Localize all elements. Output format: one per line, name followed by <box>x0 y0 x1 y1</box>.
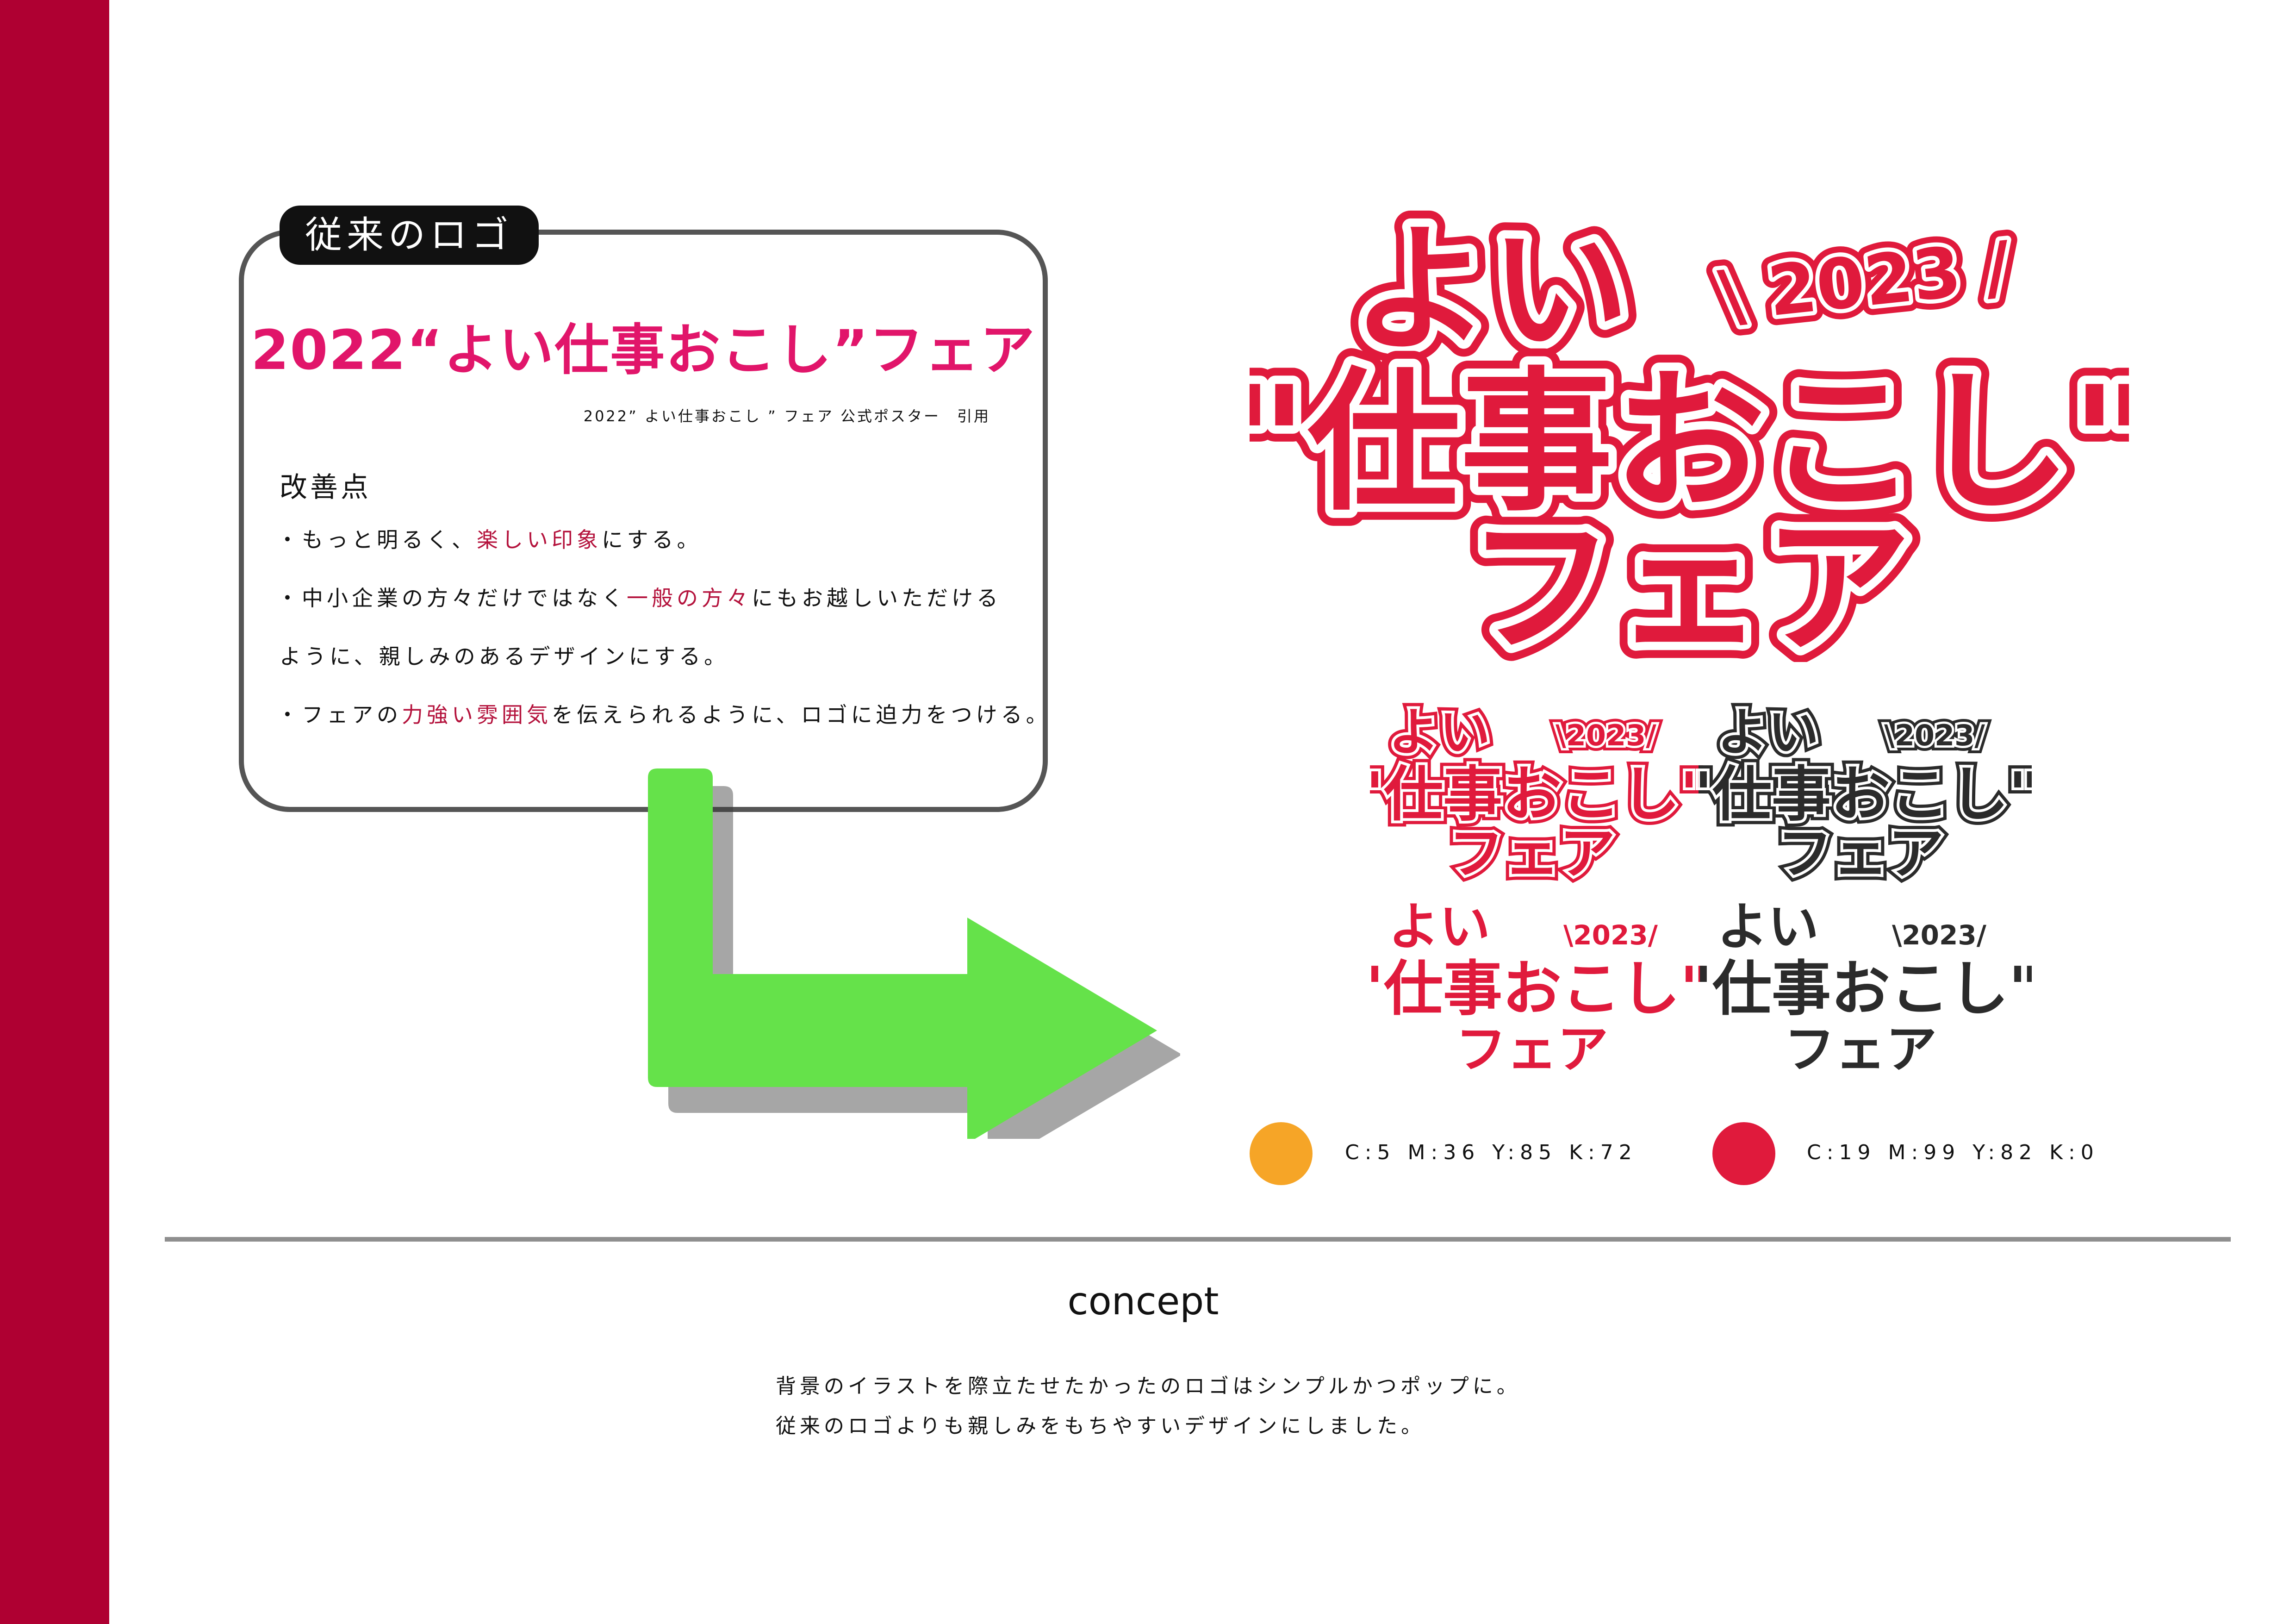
svg-text:\2023/: \2023/ <box>1563 919 1658 951</box>
point-text: ・中小企業の方々だけではなく <box>277 586 627 611</box>
improvements-heading: 改善点 <box>280 471 371 504</box>
point-text: ・フェアの <box>277 702 402 727</box>
new-logo-main: \ 2023 / \ 2023 / \ 2023 / よい よい よい "仕事お… <box>1250 193 2129 662</box>
svg-text:フェア: フェア <box>1456 1020 1608 1079</box>
logo-variant-red-outline: \2023/ \2023/ \2023/ よい よい よい "仕事おこし" "仕… <box>1370 697 1703 889</box>
logo-variant-red-plain: \2023/ よい "仕事おこし" フェア <box>1370 897 1703 1079</box>
point-highlight: 楽しい印象 <box>477 527 602 552</box>
svg-text:よい: よい <box>1717 897 1819 956</box>
sidebar-accent <box>0 0 109 1624</box>
point-highlight: 力強い雰囲気 <box>402 702 552 727</box>
improvement-point-3: ・フェアの力強い雰囲気を伝えられるように、ロゴに迫力をつける。 <box>277 698 1051 729</box>
concept-text-1: 背景のイラストを際立たせたかったのロゴはシンプルかつポップに。 <box>776 1374 1521 1398</box>
svg-text:"仕事おこし": "仕事おこし" <box>1699 760 2032 829</box>
right-arrow-icon <box>648 768 1180 1139</box>
svg-text:よい: よい <box>1717 703 1819 762</box>
swatch-red-cmyk: C:19 M:99 Y:82 K:0 <box>1807 1141 2099 1164</box>
swatch-orange <box>1250 1122 1313 1185</box>
concept-title: concept <box>1067 1280 1219 1324</box>
improvement-point-2-cont: ように、親しみのあるデザインにする。 <box>280 640 729 670</box>
swatch-orange-cmyk: C:5 M:36 Y:85 K:72 <box>1345 1141 1637 1164</box>
logo-line-1: よい <box>1351 209 1629 371</box>
old-logo-title: 2022“よい仕事おこし”フェア <box>251 318 1036 382</box>
svg-text:\2023/: \2023/ <box>1556 718 1656 752</box>
svg-text:フェア: フェア <box>1777 822 1944 886</box>
improvement-point-2: ・中小企業の方々だけではなく一般の方々にもお越しいただける <box>277 581 1002 612</box>
svg-text:よい: よい <box>1388 703 1490 762</box>
logo-line-3: フェア <box>1467 502 1911 662</box>
section-divider <box>165 1237 2231 1242</box>
svg-text:"仕事おこし": "仕事おこし" <box>1370 760 1703 829</box>
svg-text:"仕事おこし": "仕事おこし" <box>1370 955 1703 1024</box>
old-logo-caption: 2022” よい仕事おこし ” フェア 公式ポスター 引用 <box>583 407 990 425</box>
point-text: にもお越しいただける <box>752 586 1002 611</box>
svg-text:"仕事おこし": "仕事おこし" <box>1699 955 2032 1024</box>
point-text: にする。 <box>602 527 702 552</box>
logo-variant-dark-plain: \2023/ よい "仕事おこし" フェア <box>1699 897 2032 1079</box>
year-label: \ 2023 / <box>1715 227 2014 337</box>
swatch-red <box>1712 1122 1775 1185</box>
old-logo-tag: 従来のロゴ <box>280 206 539 265</box>
svg-text:\2023/: \2023/ <box>1892 919 1987 951</box>
point-text: を伝えられるように、ロゴに迫力をつける。 <box>552 702 1051 727</box>
improvement-point-1: ・もっと明るく、楽しい印象にする。 <box>277 523 702 554</box>
logo-variant-dark-outline: \2023/ \2023/ \2023/ よい よい よい "仕事おこし" "仕… <box>1699 697 2032 889</box>
concept-text-2: 従来のロゴよりも親しみをもちやすいデザインにしました。 <box>776 1414 1425 1438</box>
svg-text:フェア: フェア <box>1784 1020 1937 1079</box>
svg-text:フェア: フェア <box>1449 822 1615 886</box>
svg-text:よい: よい <box>1388 897 1490 956</box>
point-text: ・もっと明るく、 <box>277 527 477 552</box>
point-highlight: 一般の方々 <box>627 586 752 611</box>
point-text: ように、親しみのあるデザインにする。 <box>280 644 729 669</box>
svg-text:\2023/: \2023/ <box>1884 718 1985 752</box>
